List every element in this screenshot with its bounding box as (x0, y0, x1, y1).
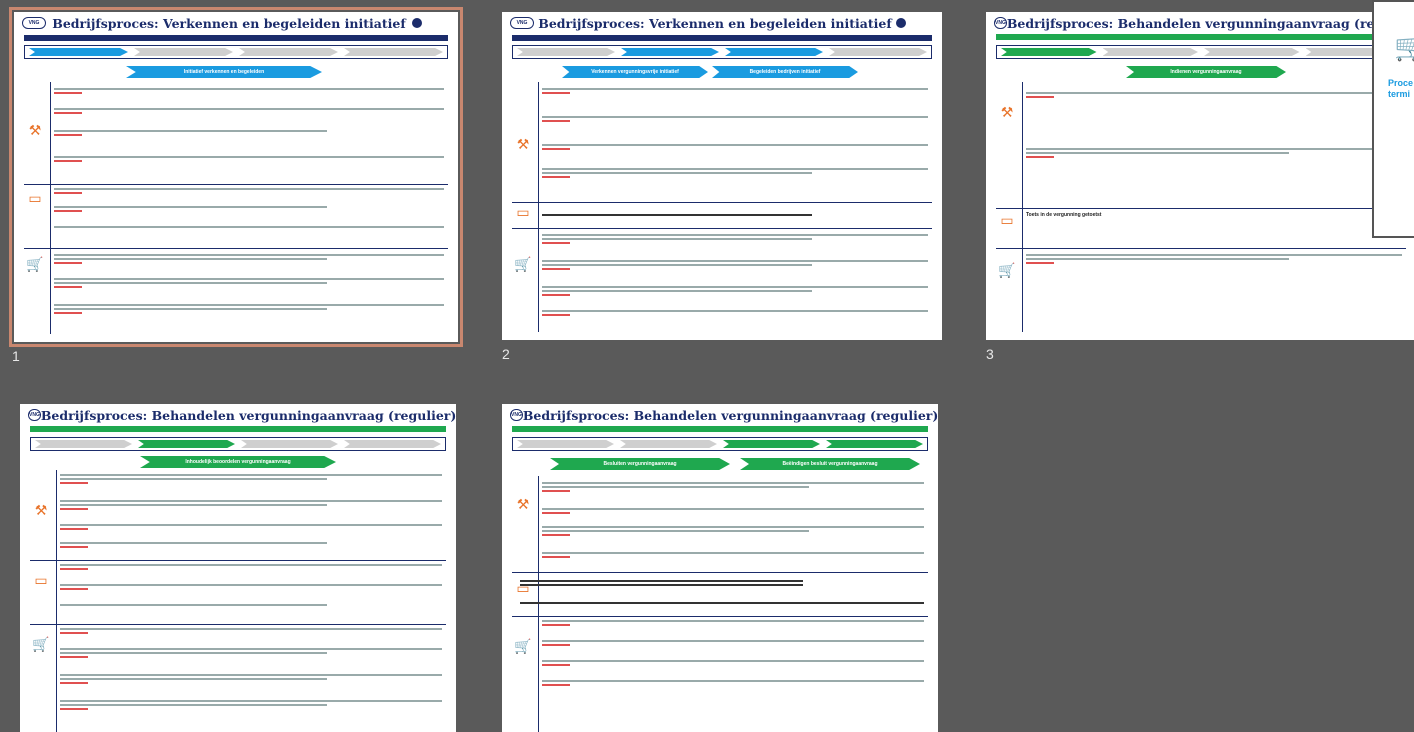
laptop-icon: ▭ (34, 572, 48, 588)
vng-logo: VNG (510, 409, 523, 421)
stage-chevron: Initiatief verkennen en begeleiden (126, 66, 322, 78)
cart-icon: 🛒 (998, 262, 1016, 278)
cart-icon: 🛒 (26, 256, 44, 272)
stage-chevron: Inhoudelijk beoordelen vergunningaanvraa… (140, 456, 336, 468)
vng-logo: VNG (510, 17, 534, 29)
hammer-wrench-icon: ⚒ (1000, 104, 1014, 120)
hammer-wrench-icon: ⚒ (516, 496, 530, 512)
cart-icon: 🛒 (514, 638, 532, 654)
hammer-wrench-icon: ⚒ (28, 122, 42, 138)
slide-title: Bedrijfsproces: Verkennen en begeleiden … (538, 15, 892, 31)
laptop-icon: ▭ (1000, 212, 1014, 228)
stage-chevron-2: Begeleiden bedrijven initiatief (712, 66, 858, 78)
process-popup: 🛒 Proce termi (1372, 0, 1414, 238)
cart-icon: 🛒 (1394, 32, 1414, 62)
stage-chevron: Besluiten vergunningaanvraag (550, 458, 730, 470)
cart-icon: 🛒 (32, 636, 50, 652)
stage-chevron: Verkennen vergunningsvrije initiatief (562, 66, 708, 78)
slide-number: 3 (986, 346, 994, 362)
slide-number: 1 (12, 348, 20, 364)
slide-title: Bedrijfsproces: Behandelen vergunningaan… (1006, 15, 1414, 31)
vng-logo: VNG (994, 17, 1007, 29)
laptop-icon: ▭ (516, 204, 530, 220)
cart-icon: 🛒 (514, 256, 532, 272)
slide-number: 2 (502, 346, 510, 362)
vng-logo: VNG (22, 17, 46, 29)
slide-note: Toets in de vergunning getoetst (1026, 212, 1102, 218)
slide-title: Bedrijfsproces: Behandelen vergunningaan… (522, 407, 938, 423)
slide-title: Bedrijfsproces: Verkennen en begeleiden … (52, 15, 406, 31)
slide-title: Bedrijfsproces: Behandelen vergunningaan… (40, 407, 456, 423)
seal-icon (412, 18, 422, 28)
seal-icon (896, 18, 906, 28)
hammer-wrench-icon: ⚒ (516, 136, 530, 152)
vng-logo: VNG (28, 409, 41, 421)
stage-chevron: Indienen vergunningaanvraag (1126, 66, 1286, 78)
hammer-wrench-icon: ⚒ (34, 502, 48, 518)
laptop-icon: ▭ (28, 190, 42, 206)
stage-chevron-2: Beëindigen besluit vergunningaanvraag (740, 458, 920, 470)
